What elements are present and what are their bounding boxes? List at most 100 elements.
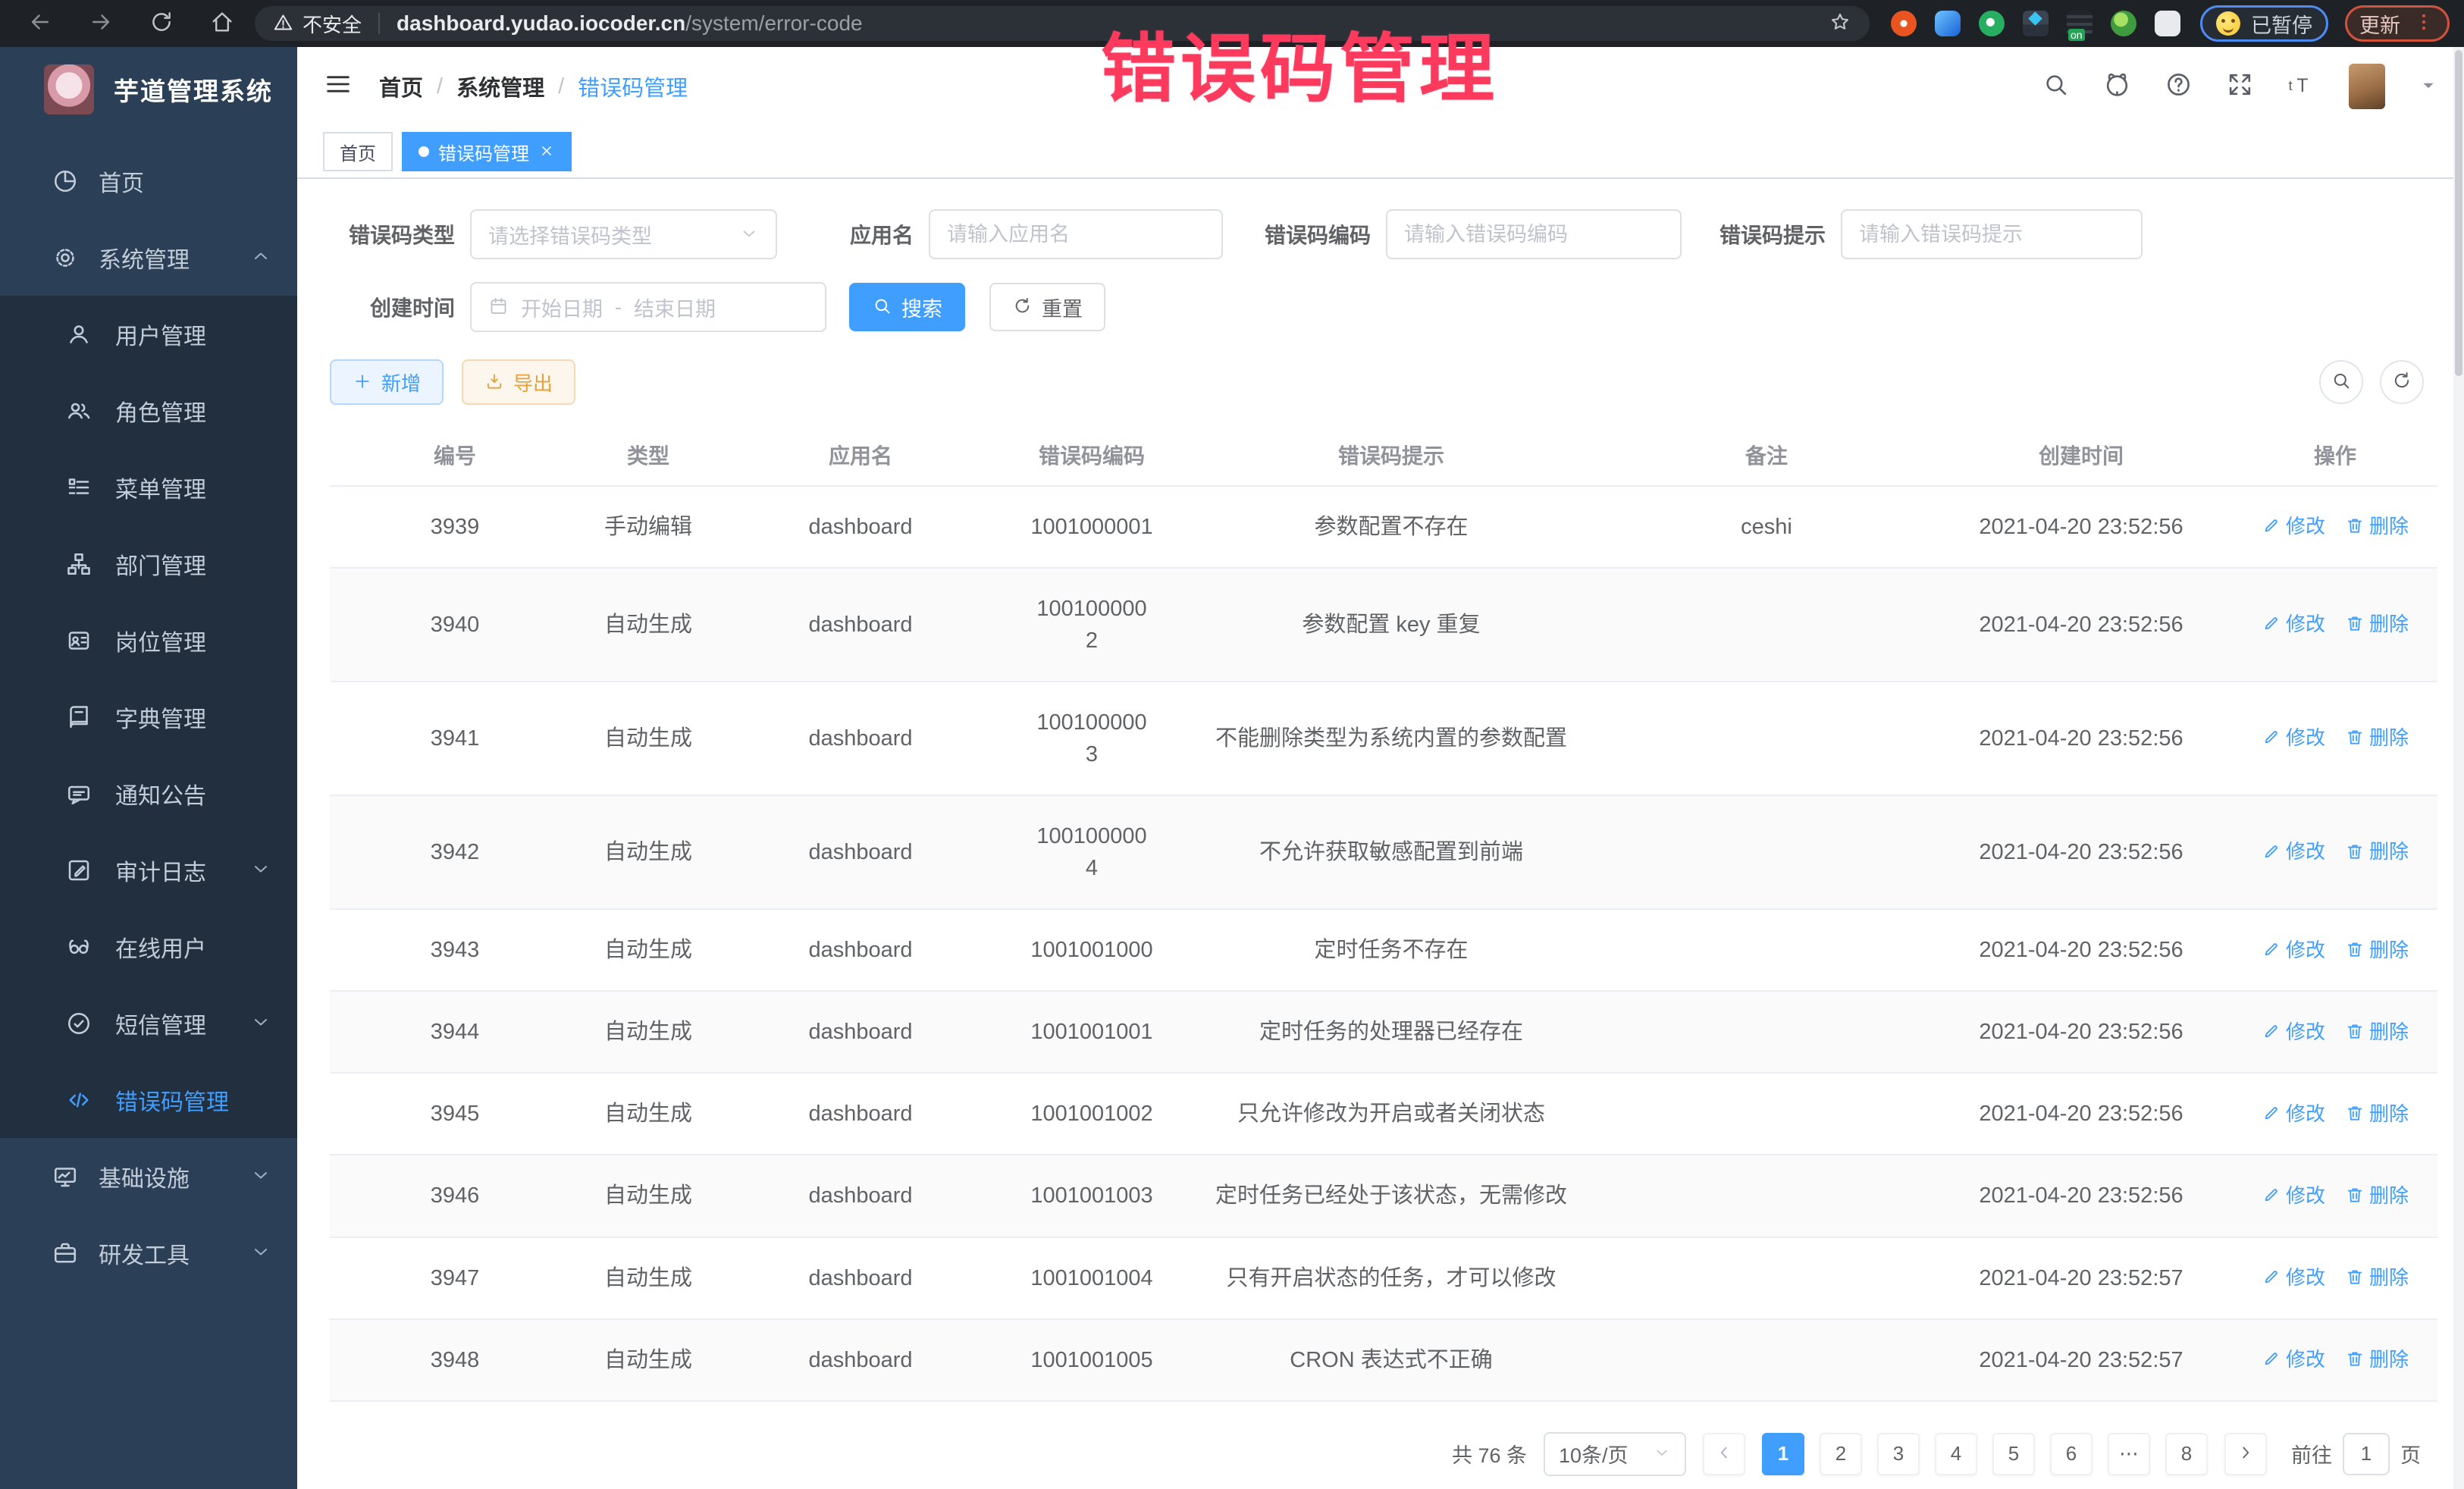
close-tab-icon[interactable] — [538, 142, 555, 161]
delete-button[interactable]: 删除 — [2345, 838, 2409, 867]
page-button[interactable]: 8 — [2165, 1433, 2208, 1475]
sidebar-item-dev-tools[interactable]: 研发工具 — [0, 1215, 297, 1291]
sidebar-item-sms[interactable]: 短信管理 — [0, 985, 297, 1061]
security-warning-label[interactable]: 不安全 — [303, 10, 362, 38]
breadcrumb: 首页 / 系统管理 / 错误码管理 — [379, 71, 688, 102]
sidebar-item-users[interactable]: 用户管理 — [0, 296, 297, 372]
cell-message: 定时任务已经处于该状态，无需修改 — [1179, 1155, 1603, 1236]
goto-page-input[interactable] — [2343, 1433, 2390, 1475]
help-icon[interactable] — [2165, 71, 2193, 102]
sidebar-item-error-code[interactable]: 错误码管理 — [0, 1061, 297, 1138]
user-avatar[interactable] — [2349, 64, 2385, 109]
edit-button[interactable]: 修改 — [2262, 724, 2325, 753]
extension-icon-5[interactable] — [2067, 11, 2093, 36]
app-logo-row[interactable]: 芋道管理系统 — [0, 47, 297, 132]
trash-icon — [2345, 838, 2365, 867]
security-warning-icon[interactable] — [273, 12, 293, 36]
page-button[interactable]: ⋯ — [2108, 1433, 2150, 1475]
reset-button[interactable]: 重置 — [989, 283, 1105, 331]
scrollbar-thumb[interactable] — [2455, 50, 2462, 376]
delete-button[interactable]: 删除 — [2345, 1182, 2409, 1211]
trash-icon — [2345, 936, 2365, 965]
prev-page-button[interactable] — [1703, 1433, 1745, 1475]
browser-forward-icon[interactable] — [88, 9, 114, 39]
sidebar-item-home[interactable]: 首页 — [0, 143, 297, 219]
avatar-caret-icon[interactable] — [2419, 75, 2438, 99]
edit-button[interactable]: 修改 — [2262, 1018, 2325, 1047]
extension-icon-2[interactable] — [1935, 11, 1961, 36]
goto-suffix: 页 — [2400, 1439, 2421, 1469]
sidebar-item-posts[interactable]: 岗位管理 — [0, 602, 297, 679]
browser-home-icon[interactable] — [209, 9, 235, 39]
refresh-table-button[interactable] — [2380, 360, 2424, 404]
browser-update-button[interactable]: 更新 — [2345, 5, 2450, 42]
toggle-search-button[interactable] — [2319, 360, 2363, 404]
error-code-input[interactable] — [1404, 223, 1663, 246]
edit-button[interactable]: 修改 — [2262, 1264, 2325, 1293]
header-search-icon[interactable] — [2042, 71, 2070, 102]
delete-button[interactable]: 删除 — [2345, 724, 2409, 753]
sidebar-item-notice[interactable]: 通知公告 — [0, 755, 297, 832]
delete-button[interactable]: 删除 — [2345, 1100, 2409, 1129]
app-name-input[interactable] — [947, 223, 1205, 246]
extension-icon-4[interactable] — [2023, 11, 2049, 36]
delete-button[interactable]: 删除 — [2345, 610, 2409, 639]
edit-button[interactable]: 修改 — [2262, 1100, 2325, 1129]
extension-icon-3[interactable] — [1979, 11, 2005, 36]
page-button[interactable]: 4 — [1935, 1433, 1977, 1475]
page-button[interactable]: 3 — [1877, 1433, 1920, 1475]
extension-icon-6[interactable] — [2111, 11, 2136, 36]
tab-error-code[interactable]: 错误码管理 — [402, 132, 572, 171]
page-size-select[interactable]: 10条/页 — [1544, 1432, 1686, 1476]
edit-button[interactable]: 修改 — [2262, 936, 2325, 965]
browser-back-icon[interactable] — [27, 9, 53, 39]
edit-button[interactable]: 修改 — [2262, 610, 2325, 639]
edit-button[interactable]: 修改 — [2262, 1182, 2325, 1211]
extension-icon-1[interactable] — [1891, 11, 1917, 36]
sidebar: 芋道管理系统 首页 系统管理 用户管理 角色管理 菜单管理 部门管理 岗位管理 … — [0, 47, 297, 1489]
window-scrollbar[interactable] — [2453, 47, 2464, 1489]
sidebar-item-roles[interactable]: 角色管理 — [0, 372, 297, 449]
delete-button[interactable]: 删除 — [2345, 936, 2409, 965]
address-bar[interactable]: 不安全 dashboard.yudao.iocoder.cn/system/er… — [255, 6, 1870, 41]
edit-icon — [2262, 1100, 2281, 1129]
edit-button[interactable]: 修改 — [2262, 1346, 2325, 1375]
error-type-select[interactable]: 请选择错误码类型 — [470, 209, 777, 259]
edit-button[interactable]: 修改 — [2262, 838, 2325, 867]
page-button[interactable]: 6 — [2050, 1433, 2093, 1475]
delete-button[interactable]: 删除 — [2345, 1018, 2409, 1047]
next-page-button[interactable] — [2224, 1433, 2267, 1475]
delete-button[interactable]: 删除 — [2345, 1346, 2409, 1375]
sidebar-item-infra[interactable]: 基础设施 — [0, 1138, 297, 1215]
browser-reload-icon[interactable] — [149, 9, 174, 39]
fullscreen-icon[interactable] — [2226, 71, 2254, 102]
breadcrumb-home[interactable]: 首页 — [379, 71, 423, 102]
extension-icon-7[interactable] — [2155, 11, 2180, 36]
page-button[interactable]: 1 — [1762, 1433, 1804, 1475]
date-range-picker[interactable]: 开始日期 - 结束日期 — [470, 282, 826, 332]
bookmark-star-icon[interactable] — [1829, 11, 1851, 36]
kebab-menu-icon[interactable] — [2412, 11, 2435, 36]
page-button[interactable]: 5 — [1992, 1433, 2035, 1475]
page-button[interactable]: 2 — [1820, 1433, 1862, 1475]
sidebar-item-audit-log[interactable]: 审计日志 — [0, 832, 297, 908]
menu-icon — [52, 1163, 99, 1190]
sidebar-item-system[interactable]: 系统管理 — [0, 219, 297, 296]
search-button[interactable]: 搜索 — [849, 283, 965, 331]
sidebar-item-menus[interactable]: 菜单管理 — [0, 449, 297, 525]
sidebar-item-dict[interactable]: 字典管理 — [0, 679, 297, 755]
paused-extension-badge[interactable]: 已暂停 — [2200, 5, 2328, 42]
delete-button[interactable]: 删除 — [2345, 513, 2409, 541]
sidebar-item-online-users[interactable]: 在线用户 — [0, 908, 297, 985]
export-button[interactable]: 导出 — [462, 359, 575, 405]
sidebar-item-depts[interactable]: 部门管理 — [0, 525, 297, 602]
edit-button[interactable]: 修改 — [2262, 513, 2325, 541]
delete-button[interactable]: 删除 — [2345, 1264, 2409, 1293]
add-button[interactable]: 新增 — [330, 359, 444, 405]
hamburger-icon[interactable] — [323, 69, 353, 103]
error-message-input[interactable] — [1859, 223, 2124, 246]
tab-home[interactable]: 首页 — [323, 132, 393, 171]
breadcrumb-system[interactable]: 系统管理 — [456, 71, 544, 102]
font-size-icon[interactable]: tT — [2287, 71, 2315, 102]
github-icon[interactable] — [2103, 71, 2131, 102]
